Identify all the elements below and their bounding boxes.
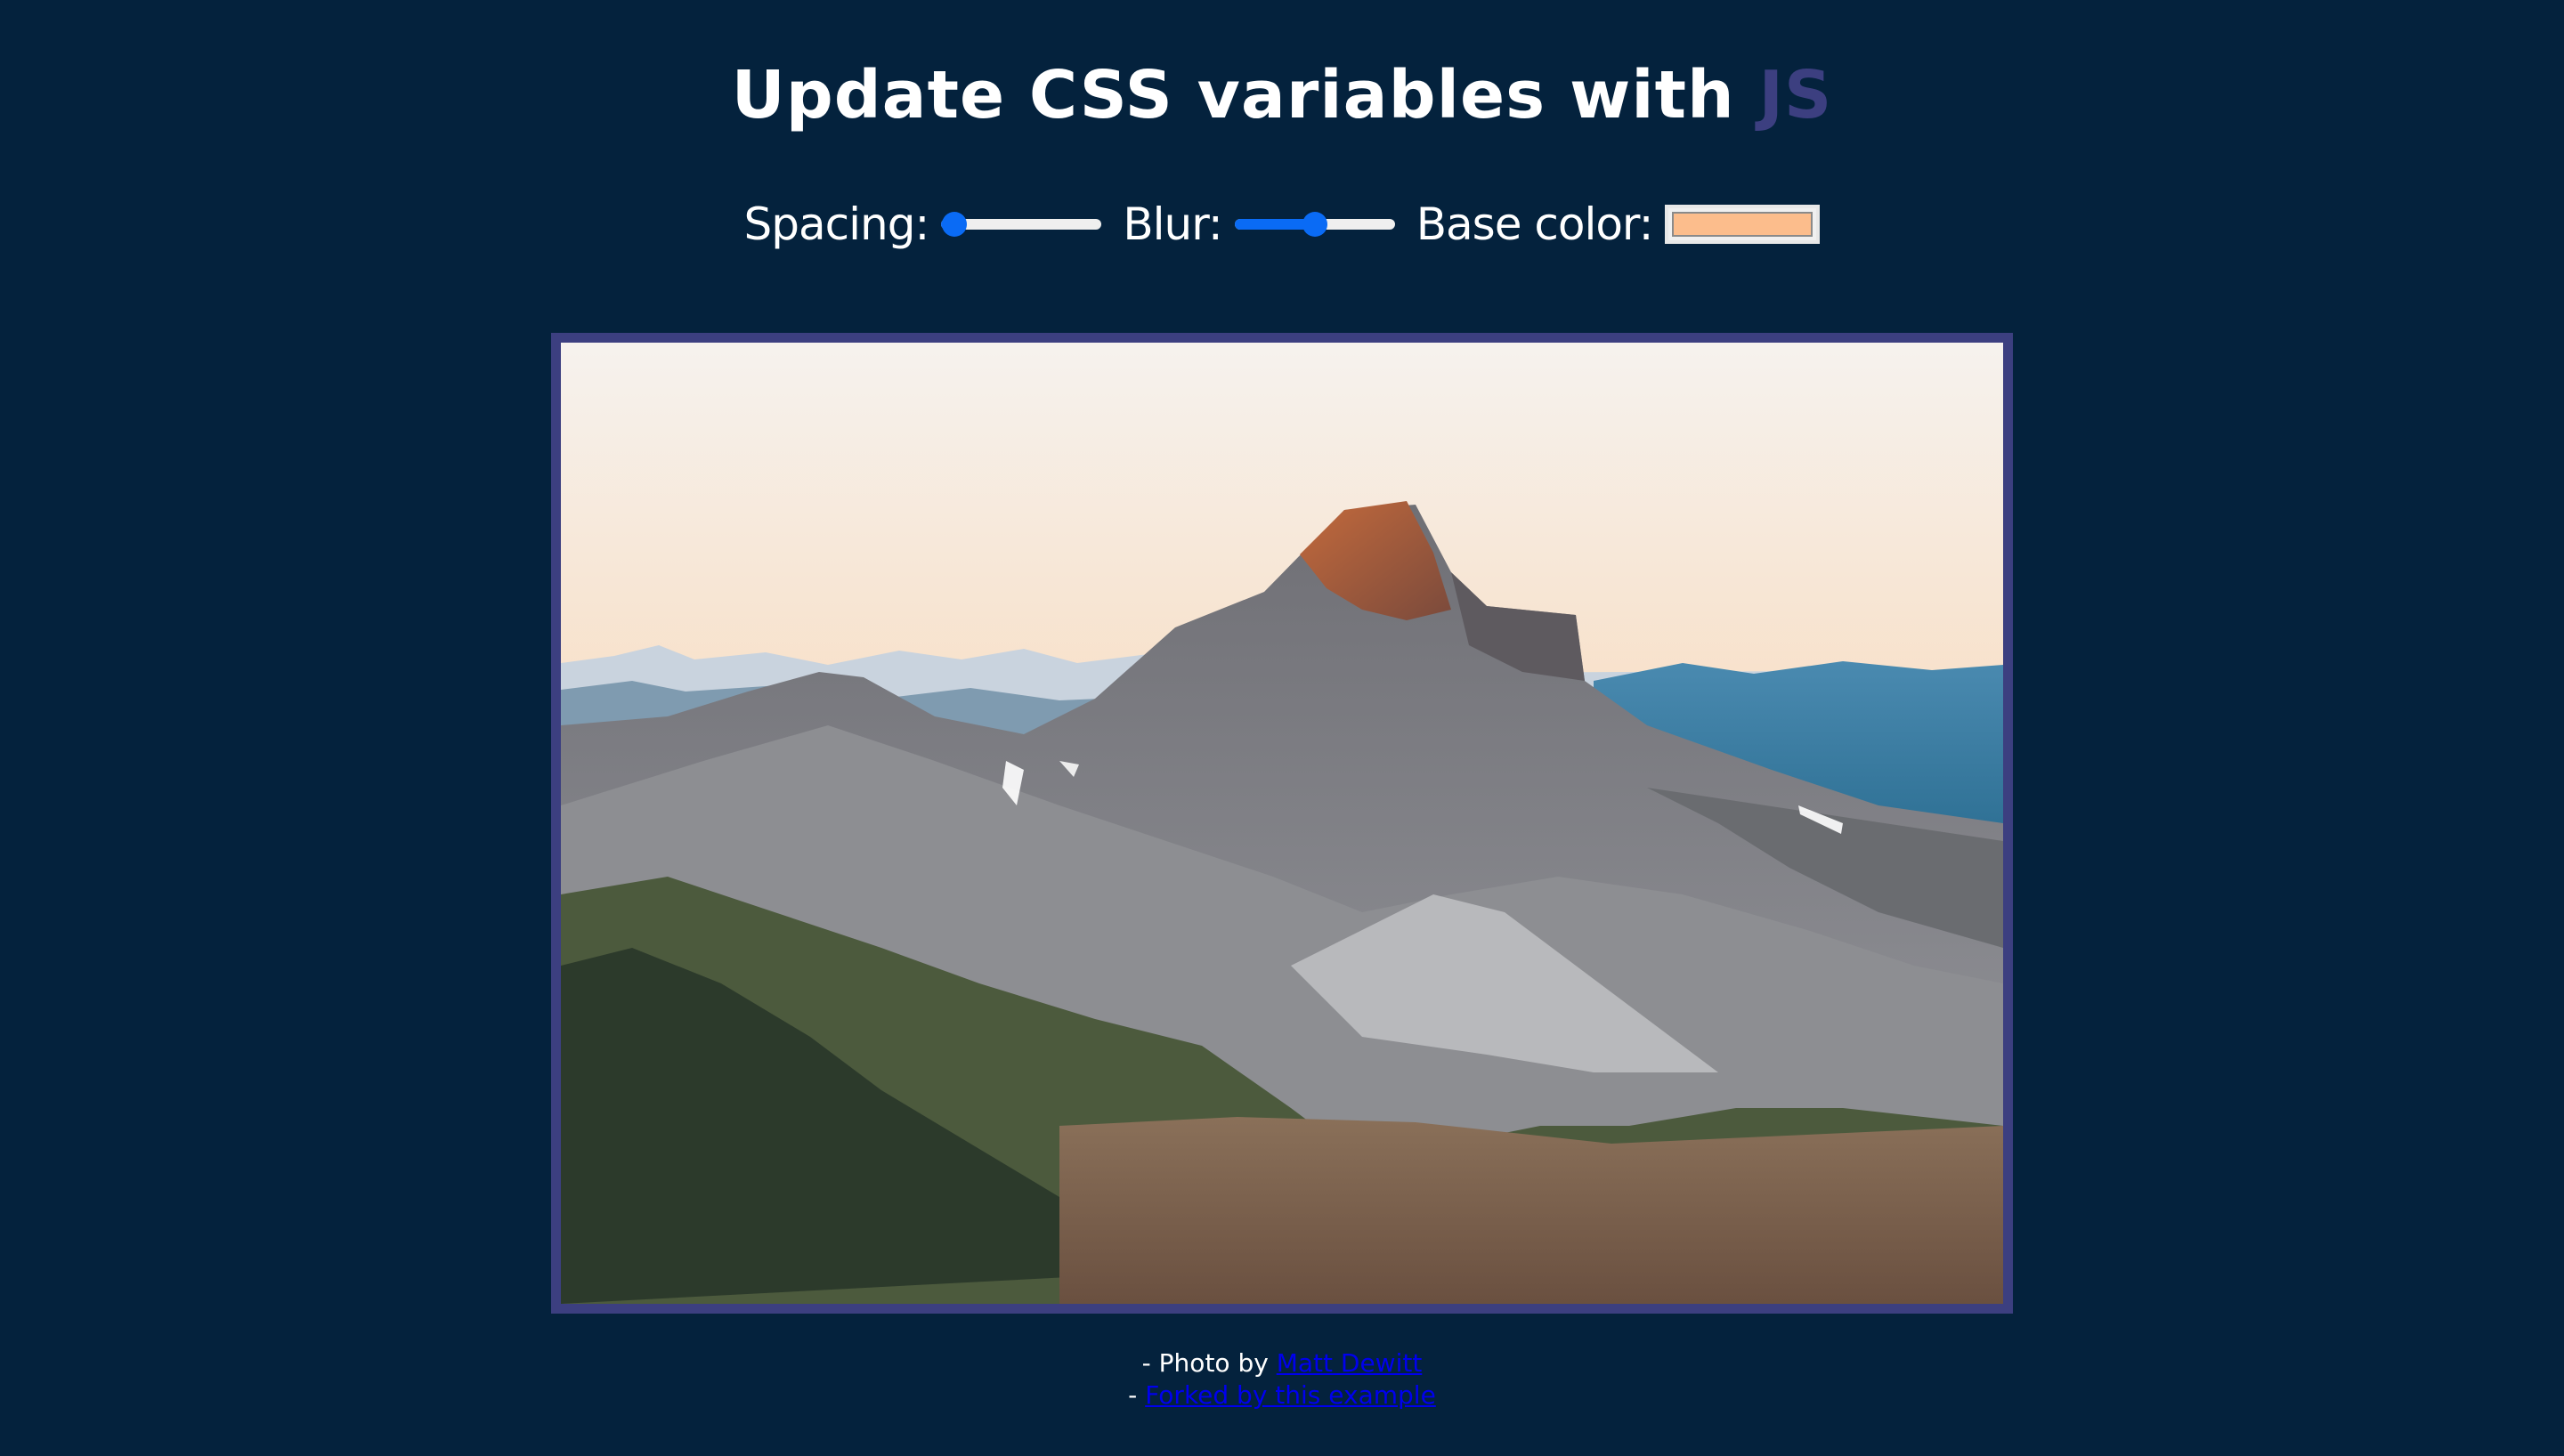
photo-credit-prefix: - Photo by: [1141, 1348, 1277, 1378]
mountain-landscape-photo: [561, 343, 2003, 1304]
source-link[interactable]: Forked by this example: [1145, 1380, 1436, 1410]
spacing-slider-thumb[interactable]: [941, 212, 967, 237]
page-title: Update CSS variables with JS: [0, 46, 2564, 144]
credits: - Photo by Matt Dewitt - Forked by this …: [0, 1347, 2564, 1412]
photo-credit-line: - Photo by Matt Dewitt: [0, 1347, 2564, 1379]
spacing-label: Spacing:: [743, 198, 930, 250]
mountain-landscape-illustration: [561, 343, 2003, 1304]
base-color-picker[interactable]: [1665, 205, 1821, 244]
source-credit-prefix: -: [1128, 1380, 1146, 1410]
blur-slider-thumb[interactable]: [1302, 212, 1327, 237]
blur-label: Blur:: [1123, 198, 1222, 250]
spacing-slider[interactable]: [941, 208, 1102, 240]
blur-slider[interactable]: [1234, 208, 1395, 240]
controls-bar: Spacing: Blur: Base color:: [0, 189, 2564, 260]
page-title-main: Update CSS variables with: [731, 57, 1759, 133]
page-title-highlight: JS: [1758, 57, 1833, 133]
photo-frame: [551, 333, 2013, 1314]
source-credit-line: - Forked by this example: [0, 1379, 2564, 1412]
page: Update CSS variables with JS Spacing: Bl…: [0, 0, 2564, 1456]
photographer-link[interactable]: Matt Dewitt: [1277, 1348, 1423, 1378]
base-color-swatch: [1672, 212, 1813, 237]
base-color-label: Base color:: [1416, 198, 1654, 250]
